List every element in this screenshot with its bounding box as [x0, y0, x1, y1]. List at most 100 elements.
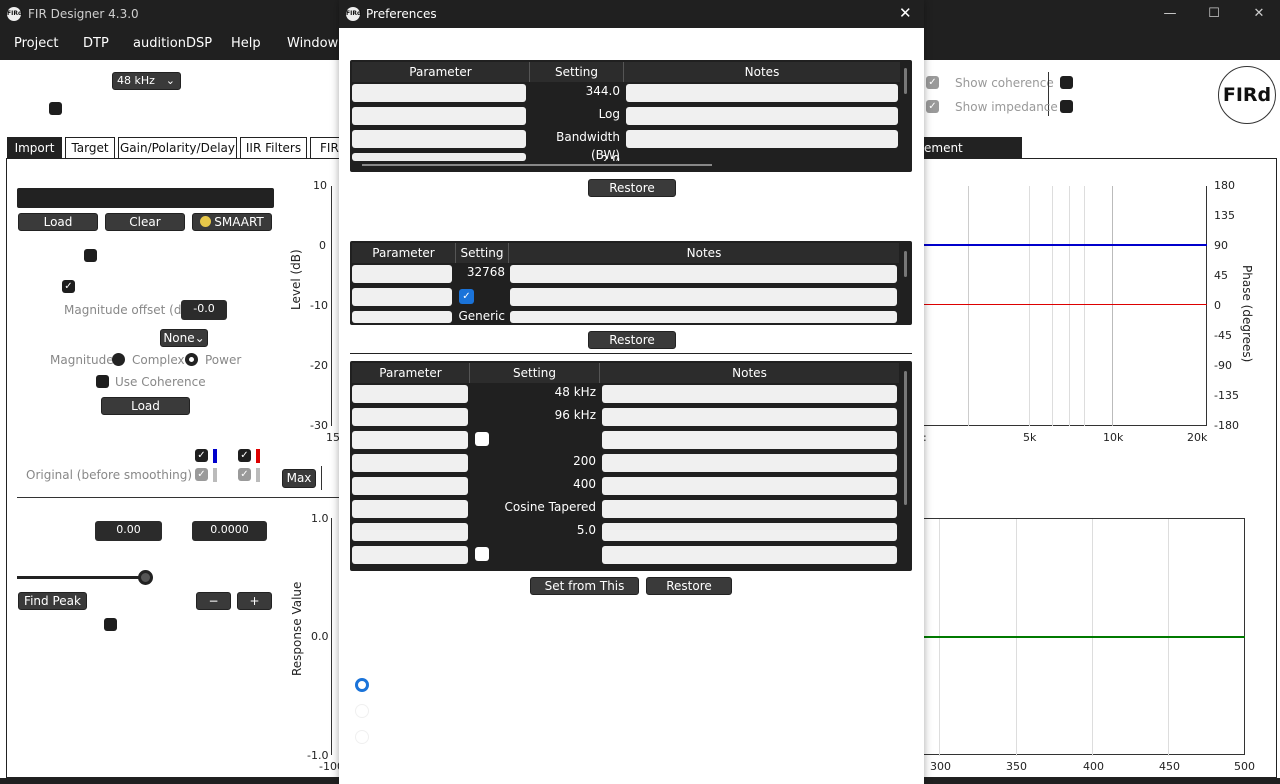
smaart-button[interactable]: SMAART: [192, 213, 272, 231]
table1-header-setting: Setting: [530, 62, 624, 82]
tab-measurement-averaging[interactable]: ement Averaging: [917, 137, 1022, 175]
vertical-scrollbar[interactable]: [904, 371, 907, 505]
restore-defaults-button-3[interactable]: Restore defaults: [646, 577, 732, 609]
menu-window[interactable]: Window: [287, 36, 338, 51]
value-field-1[interactable]: 0.00: [95, 521, 162, 541]
tab-iir-filters[interactable]: IIR Filters: [240, 137, 307, 158]
minimize-icon[interactable]: —: [1160, 4, 1180, 24]
find-peak-button[interactable]: Find Peak: [18, 592, 87, 610]
table3-setting-7[interactable]: 5.0: [470, 521, 596, 539]
use-coherence-checkbox[interactable]: [96, 375, 109, 388]
resp-y-tick-1: 1.0: [311, 512, 329, 525]
original-series1-checkbox[interactable]: ✓: [195, 468, 208, 481]
y-tick-1: 10: [313, 179, 327, 192]
load-impedance-button[interactable]: Load Impedance: [101, 397, 190, 429]
sample-rate-value: 48 kHz: [117, 74, 155, 87]
phase-tick-3: 90: [1214, 239, 1228, 252]
table-row-param: [352, 546, 468, 564]
option-radio-selected[interactable]: [355, 678, 369, 692]
table1-setting-4[interactable]: 2.0: [530, 151, 620, 161]
table-row-notes: [602, 385, 897, 403]
impedance-series-checkbox[interactable]: ✓: [926, 100, 939, 113]
load-button[interactable]: Load: [18, 213, 98, 231]
table-row-param: [352, 107, 526, 125]
horizontal-divider: [17, 497, 339, 498]
app-logo-icon: FIRd: [7, 7, 22, 21]
set-from-project-button[interactable]: Set from This Project: [530, 577, 639, 609]
maximize-icon[interactable]: ☐: [1204, 4, 1224, 24]
table1-setting-2[interactable]: Log: [530, 105, 620, 123]
table1-header-parameter: Parameter: [352, 62, 530, 82]
tab-target[interactable]: Target: [65, 137, 115, 158]
import-checkbox-3[interactable]: [104, 618, 117, 631]
table1-setting-3[interactable]: Bandwidth (BW): [530, 128, 620, 162]
table-row-notes: [602, 523, 897, 541]
menu-help[interactable]: Help: [231, 36, 261, 51]
toolbar-checkbox[interactable]: [49, 102, 62, 115]
table3-header-parameter: Parameter: [352, 363, 470, 383]
decrement-button[interactable]: −: [196, 592, 231, 610]
option-radio-2[interactable]: [355, 704, 369, 718]
dialog-title: Preferences: [366, 7, 437, 21]
original-series2-checkbox[interactable]: ✓: [238, 468, 251, 481]
table3-setting-5[interactable]: 400: [470, 475, 596, 493]
table2-checkbox-checked[interactable]: ✓: [459, 289, 474, 304]
y-tick-4: -20: [310, 359, 328, 372]
sample-rate-select[interactable]: 48 kHz ⌄: [112, 72, 181, 90]
show-impedance-checkbox[interactable]: [1060, 100, 1073, 113]
table-row-param: [352, 454, 468, 472]
import-checkbox-1[interactable]: [84, 249, 97, 262]
top-plot-left-axis: [331, 186, 332, 426]
power-radio[interactable]: [185, 353, 198, 366]
section-divider: [350, 353, 912, 354]
tab-import[interactable]: Import: [7, 137, 62, 158]
import-checkbox-2[interactable]: ✓: [62, 280, 75, 293]
option-radio-3[interactable]: [355, 730, 369, 744]
phase-tick-6: -45: [1214, 329, 1232, 342]
menu-auditiondsp[interactable]: auditionDSP: [133, 36, 212, 51]
vertical-scrollbar[interactable]: [904, 251, 907, 277]
value-field-2[interactable]: 0.0000: [192, 521, 267, 541]
increment-button[interactable]: +: [237, 592, 272, 610]
resp-y-tick-2: 0.0: [311, 630, 329, 643]
close-icon[interactable]: ✕: [899, 4, 912, 22]
slider-handle[interactable]: [138, 570, 153, 585]
smoothing-select[interactable]: None⌄: [160, 329, 208, 347]
file-path-field[interactable]: [17, 188, 274, 208]
table3-checkbox-1[interactable]: [475, 432, 489, 446]
magnitude-offset-field[interactable]: -0.0: [181, 300, 227, 320]
menu-project[interactable]: Project: [14, 36, 58, 51]
horizontal-scrollbar[interactable]: [362, 164, 712, 166]
close-icon[interactable]: ✕: [1249, 4, 1269, 24]
max-button[interactable]: Max: [282, 469, 316, 488]
vertical-scrollbar[interactable]: [904, 68, 907, 94]
series1-checkbox[interactable]: ✓: [195, 449, 208, 462]
table3-checkbox-2[interactable]: [475, 547, 489, 561]
clear-button[interactable]: Clear: [105, 213, 185, 231]
menu-dtp[interactable]: DTP: [83, 36, 109, 51]
complex-radio[interactable]: [112, 353, 125, 366]
red-trace: [924, 304, 1207, 305]
table3-setting-1[interactable]: 48 kHz: [470, 383, 596, 401]
slider-track[interactable]: [17, 576, 145, 579]
table-row-param: [352, 477, 468, 495]
series2-checkbox[interactable]: ✓: [238, 449, 251, 462]
coherence-series-checkbox[interactable]: ✓: [926, 76, 939, 89]
blue-series-swatch: [213, 449, 217, 463]
table3-setting-6[interactable]: Cosine Tapered: [470, 498, 596, 516]
app-title: FIR Designer 4.3.0: [28, 7, 139, 21]
table3-setting-4[interactable]: 200: [470, 452, 596, 470]
tab-gain-polarity-delay[interactable]: Gain/Polarity/Delay: [118, 137, 237, 158]
show-impedance-label: Show impedance: [955, 100, 1058, 114]
table2-setting-3[interactable]: Generic: [456, 309, 505, 323]
phase-tick-8: -135: [1214, 389, 1239, 402]
magnitude-label: Magnitude:: [50, 353, 118, 367]
table-row-notes: [602, 477, 897, 495]
table3-setting-2[interactable]: 96 kHz: [470, 406, 596, 424]
table-row-param: [352, 408, 468, 426]
show-coherence-checkbox[interactable]: [1060, 76, 1073, 89]
table2-setting-1[interactable]: 32768: [456, 263, 505, 281]
table1-setting-1[interactable]: 344.0: [530, 82, 620, 100]
restore-defaults-button-1[interactable]: Restore Defaults: [588, 179, 676, 211]
restore-defaults-button-2[interactable]: Restore defaults: [588, 331, 676, 363]
